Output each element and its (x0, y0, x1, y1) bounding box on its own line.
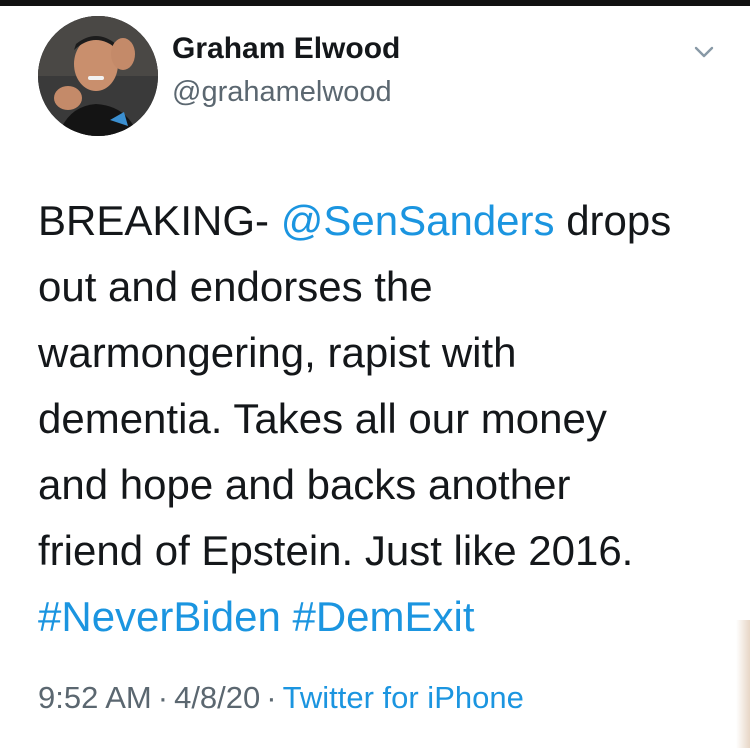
tweet-text-segment: BREAKING- (38, 197, 281, 244)
tweet-line: warmongering, rapist with (38, 329, 517, 376)
tweet-text: BREAKING- @SenSanders drops out and endo… (38, 188, 728, 650)
author-name[interactable]: Graham Elwood (172, 32, 400, 66)
tweet-card: Graham Elwood @grahamelwood BREAKING- @S… (0, 0, 750, 748)
hashtag-link[interactable]: #DemExit (292, 593, 474, 640)
avatar-image (38, 16, 158, 136)
tweet-source-link[interactable]: Twitter for iPhone (283, 680, 524, 715)
hashtag-line: #NeverBiden #DemExit (38, 584, 728, 650)
tweet-line: and hope and backs another (38, 461, 571, 508)
tweet-line: dementia. Takes all our money (38, 395, 607, 442)
meta-separator: · (157, 680, 169, 715)
avatar[interactable] (38, 16, 158, 136)
author-handle[interactable]: @grahamelwood (172, 76, 392, 109)
tweet-line: BREAKING- @SenSanders drops (38, 188, 728, 254)
top-border (0, 0, 750, 6)
tweet-line: friend of Epstein. Just like 2016. (38, 527, 634, 574)
tweet-text-segment: drops (554, 197, 672, 244)
tweet-meta: 9:52 AM · 4/8/20 · Twitter for iPhone (38, 680, 524, 716)
meta-separator: · (266, 680, 277, 715)
mention-link[interactable]: @SenSanders (281, 197, 555, 244)
tweet-date[interactable]: 4/8/20 (174, 680, 260, 715)
chevron-down-icon[interactable] (690, 38, 718, 66)
tweet-time[interactable]: 9:52 AM (38, 680, 152, 715)
tweet-line: out and endorses the (38, 263, 433, 310)
hashtag-link[interactable]: #NeverBiden (38, 593, 281, 640)
background-edge (736, 620, 750, 748)
